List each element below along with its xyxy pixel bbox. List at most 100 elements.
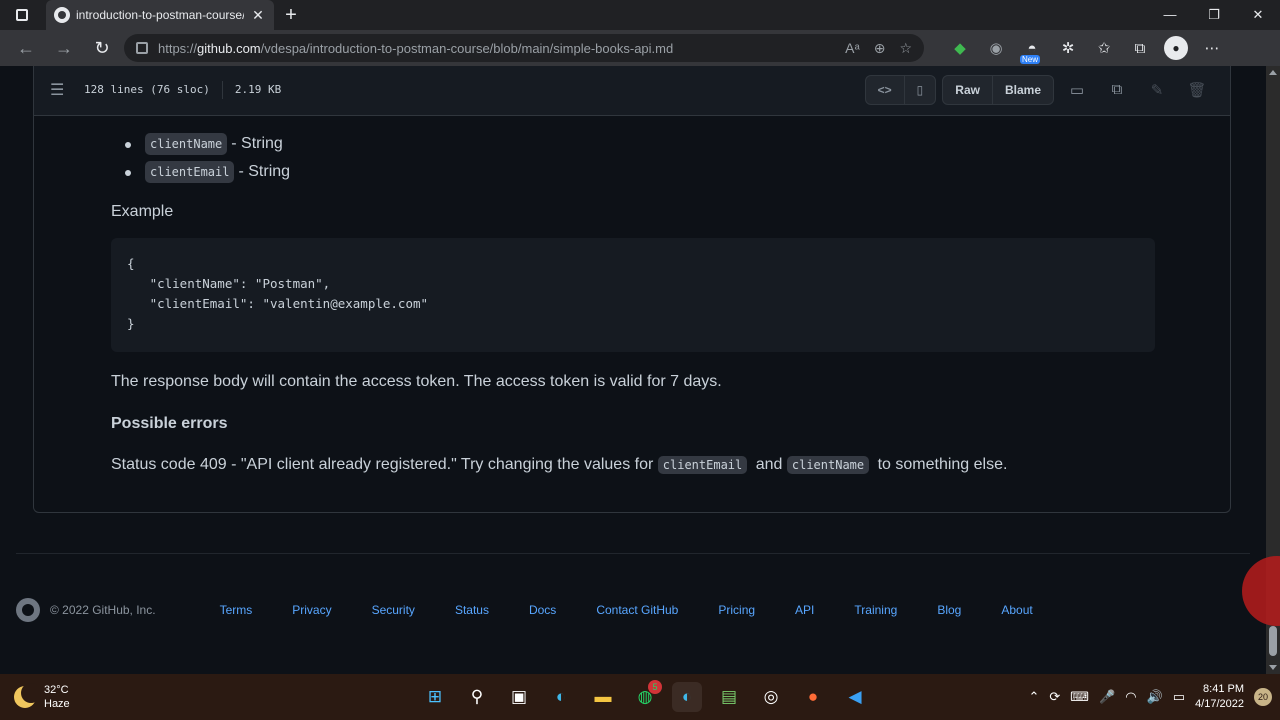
settings-more-icon[interactable]: ⋯ bbox=[1200, 36, 1224, 60]
search-icon[interactable]: ⚲ bbox=[462, 682, 492, 712]
view-toggle-group: <> ▯ bbox=[864, 74, 937, 105]
outline-list-icon[interactable]: ☰ bbox=[50, 80, 70, 100]
refresh-icon[interactable]: ↻ bbox=[86, 34, 118, 62]
minimize-icon[interactable]: — bbox=[1148, 7, 1192, 23]
response-paragraph: The response body will contain the acces… bbox=[111, 373, 722, 390]
inline-code: clientEmail bbox=[145, 161, 235, 183]
delete-trash-icon[interactable]: 🗑 bbox=[1180, 76, 1214, 104]
footer-link-docs[interactable]: Docs bbox=[529, 603, 556, 617]
tab-close-button[interactable]: ✕ bbox=[250, 7, 266, 24]
code-block: { "clientName": "Postman", "clientEmail"… bbox=[111, 238, 1155, 352]
vscode-icon[interactable]: ◀ bbox=[840, 682, 870, 712]
whatsapp-icon[interactable]: ◍ 5 bbox=[630, 680, 662, 712]
status-paragraph: Status code 409 - "API client already re… bbox=[111, 453, 1007, 477]
edge-icon[interactable]: ◐ bbox=[546, 682, 576, 712]
edge-active-icon[interactable]: ◐ bbox=[672, 682, 702, 712]
edit-pencil-icon[interactable]: ✎ bbox=[1140, 76, 1174, 104]
markdown-body: clientName - String clientEmail - String… bbox=[111, 130, 1155, 474]
scroll-up-icon[interactable] bbox=[1269, 70, 1277, 75]
footer-link-about[interactable]: About bbox=[1001, 603, 1032, 617]
url-host: github.com bbox=[197, 40, 261, 56]
wifi-icon[interactable]: ◠ bbox=[1125, 689, 1136, 705]
footer-link-blog[interactable]: Blog bbox=[937, 603, 961, 617]
task-view-icon[interactable]: ▣ bbox=[504, 682, 534, 712]
extension-new-icon[interactable]: ◓ New bbox=[1020, 36, 1044, 64]
clock[interactable]: 8:41 PM 4/17/2022 bbox=[1195, 682, 1244, 712]
window-close-icon[interactable]: ✕ bbox=[1236, 7, 1280, 23]
favorites-icon[interactable]: ✩ bbox=[1092, 36, 1116, 60]
windows-start-icon[interactable]: ⊞ bbox=[420, 682, 450, 712]
favorite-star-icon[interactable]: ☆ bbox=[899, 40, 912, 57]
postman-icon[interactable]: ● bbox=[798, 682, 828, 712]
github-logo-icon[interactable] bbox=[16, 598, 40, 622]
file-info: 128 lines (76 sloc) 2.19 KB bbox=[84, 80, 281, 99]
keyboard-icon[interactable]: ⌨ bbox=[1070, 689, 1089, 705]
field-list: clientName - String clientEmail - String bbox=[125, 130, 1155, 186]
forward-icon[interactable]: → bbox=[48, 34, 80, 62]
list-item: clientName - String bbox=[125, 130, 1155, 158]
url-scheme: https:// bbox=[158, 40, 198, 56]
status-text: Status code 409 - "API client already re… bbox=[111, 456, 654, 473]
file-explorer-icon[interactable]: ▬ bbox=[588, 682, 618, 712]
copy-icon[interactable]: ⧉ bbox=[1100, 76, 1134, 104]
file-header: ☰ 128 lines (76 sloc) 2.19 KB <> ▯ Raw B… bbox=[34, 66, 1230, 116]
scrollbar-thumb[interactable] bbox=[1269, 626, 1277, 656]
extensions-puzzle-icon[interactable]: ✲ bbox=[1056, 36, 1080, 60]
sync-icon[interactable]: ⟳ bbox=[1049, 689, 1060, 705]
footer-link-pricing[interactable]: Pricing bbox=[718, 603, 755, 617]
chevron-up-icon[interactable]: ⌃ bbox=[1028, 689, 1039, 705]
preview-view-button[interactable]: ▯ bbox=[903, 75, 936, 104]
whatsapp-badge: 5 bbox=[648, 680, 662, 694]
desktop-icon[interactable]: ▭ bbox=[1060, 76, 1094, 104]
file-box: ☰ 128 lines (76 sloc) 2.19 KB <> ▯ Raw B… bbox=[33, 66, 1231, 513]
read-aloud-icon[interactable]: Aᵃ bbox=[845, 40, 860, 57]
new-tab-button[interactable]: + bbox=[274, 4, 308, 27]
code-view-button[interactable]: <> bbox=[866, 76, 904, 104]
url-path: /vdespa/introduction-to-postman-course/b… bbox=[260, 40, 674, 56]
browser-tab[interactable]: introduction-to-postman-course/ ✕ bbox=[46, 0, 274, 30]
zoom-icon[interactable]: ⊕ bbox=[874, 40, 886, 57]
taskbar-apps: ⊞ ⚲ ▣ ◐ ▬ ◍ 5 ◐ ▤ ◎ ● ◀ bbox=[420, 680, 870, 712]
notification-badge[interactable]: 20 bbox=[1254, 688, 1272, 706]
github-favicon-icon bbox=[54, 7, 70, 23]
collections-icon[interactable]: ⧉ bbox=[1128, 36, 1152, 60]
footer-link-privacy[interactable]: Privacy bbox=[292, 603, 331, 617]
url-text[interactable]: https://github.com/vdespa/introduction-t… bbox=[158, 41, 673, 56]
footer-link-terms[interactable]: Terms bbox=[220, 603, 253, 617]
address-bar-icons: Aᵃ ⊕ ☆ bbox=[845, 40, 912, 57]
tab-actions-icon bbox=[16, 9, 28, 21]
windows-taskbar: 32°C Haze ⊞ ⚲ ▣ ◐ ▬ ◍ 5 ◐ ▤ ◎ ● ◀ ⌃ ⟳ ⌨ 🎤… bbox=[0, 674, 1280, 720]
page-content: ☰ 128 lines (76 sloc) 2.19 KB <> ▯ Raw B… bbox=[0, 66, 1266, 674]
obs-icon[interactable]: ◎ bbox=[756, 682, 786, 712]
scroll-down-icon[interactable] bbox=[1269, 665, 1277, 670]
footer-link-api[interactable]: API bbox=[795, 603, 814, 617]
tab-actions-button[interactable] bbox=[0, 0, 44, 30]
raw-button[interactable]: Raw bbox=[943, 76, 992, 104]
date: 4/17/2022 bbox=[1195, 698, 1244, 710]
screenshot-icon[interactable]: ◉ bbox=[984, 36, 1008, 60]
back-icon[interactable]: ← bbox=[10, 34, 42, 62]
profile-avatar[interactable]: ● bbox=[1164, 36, 1188, 60]
weather-widget[interactable]: 32°C Haze bbox=[14, 683, 70, 711]
notepad-icon[interactable]: ▤ bbox=[714, 682, 744, 712]
battery-icon[interactable]: ▭ bbox=[1173, 689, 1185, 705]
footer-link-contact[interactable]: Contact GitHub bbox=[596, 603, 678, 617]
raw-blame-group: Raw Blame bbox=[942, 74, 1054, 105]
inline-code: clientName bbox=[786, 456, 870, 474]
extensions-area: ◆ ◉ ◓ New ✲ ✩ ⧉ ● ⋯ bbox=[948, 36, 1224, 64]
site-footer: © 2022 GitHub, Inc. Terms Privacy Securi… bbox=[16, 598, 1250, 622]
inline-code: clientName bbox=[145, 133, 228, 155]
address-bar[interactable]: https://github.com/vdespa/introduction-t… bbox=[124, 34, 924, 62]
volume-icon[interactable]: 🔊 bbox=[1147, 689, 1163, 705]
field-type: - String bbox=[231, 135, 283, 152]
restore-icon[interactable]: ❐ bbox=[1192, 7, 1236, 23]
footer-link-security[interactable]: Security bbox=[372, 603, 415, 617]
window-controls: — ❐ ✕ bbox=[1148, 7, 1280, 23]
footer-link-status[interactable]: Status bbox=[455, 603, 489, 617]
status-text: to something else. bbox=[877, 456, 1008, 473]
extension-leaf-icon[interactable]: ◆ bbox=[948, 36, 972, 60]
blame-button[interactable]: Blame bbox=[991, 75, 1053, 104]
browser-toolbar: ← → ↻ https://github.com/vdespa/introduc… bbox=[0, 30, 1280, 66]
microphone-icon[interactable]: 🎤 bbox=[1099, 689, 1115, 705]
footer-link-training[interactable]: Training bbox=[854, 603, 897, 617]
